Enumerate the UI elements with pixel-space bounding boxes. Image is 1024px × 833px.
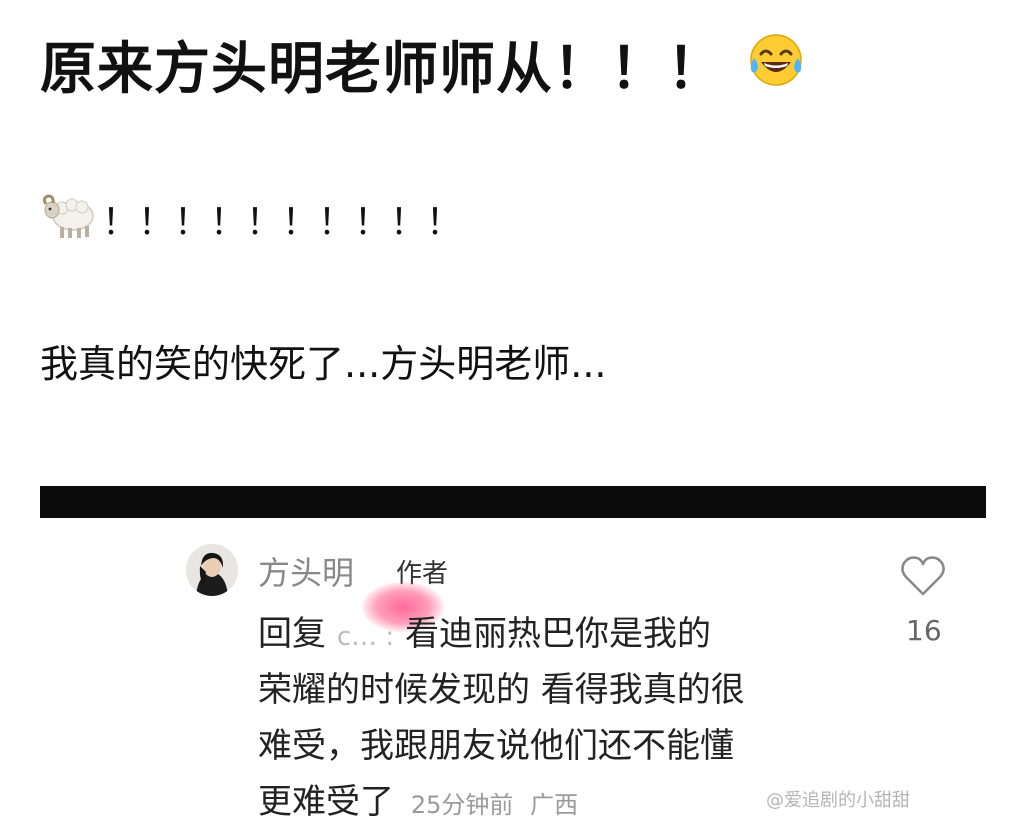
post-body-text: 我真的笑的快死了...方头明老师... bbox=[40, 342, 607, 386]
like-count: 16 bbox=[906, 614, 942, 647]
comment-text-1: 看迪丽热巴你是我的 bbox=[404, 614, 711, 654]
exclamation-line: ！！！！！！！！！！ bbox=[40, 194, 463, 250]
comment-line-2: 荣耀的时候发现的 看得我真的很 bbox=[258, 670, 745, 710]
watermark: @爱追剧的小甜甜 bbox=[766, 790, 910, 811]
post-title: 原来方头明老师师从！！！ bbox=[40, 34, 806, 103]
reply-target-user[interactable]: c… : bbox=[337, 622, 394, 652]
avatar[interactable] bbox=[186, 544, 238, 596]
redaction-bar bbox=[40, 486, 986, 518]
comment-location: 广西 bbox=[530, 791, 579, 819]
comment-line-3: 难受，我跟朋友说他们还不能懂 bbox=[258, 726, 734, 766]
comment-time: 25分钟前 bbox=[410, 791, 514, 819]
comment-line-1: 回复 c… : 看迪丽热巴你是我的 bbox=[258, 606, 858, 662]
like-heart-icon[interactable] bbox=[900, 554, 946, 598]
post-title-text: 原来方头明老师师从！！！ bbox=[40, 37, 724, 102]
comment-text-4: 更难受了 bbox=[258, 782, 394, 822]
sheep-icon bbox=[40, 190, 98, 250]
laughing-crying-icon bbox=[746, 32, 806, 103]
exclamation-text: ！！！！！！！！！！ bbox=[102, 202, 463, 244]
reply-label: 回复 bbox=[258, 614, 326, 654]
comment-author-name[interactable]: 方头明 bbox=[258, 548, 354, 594]
